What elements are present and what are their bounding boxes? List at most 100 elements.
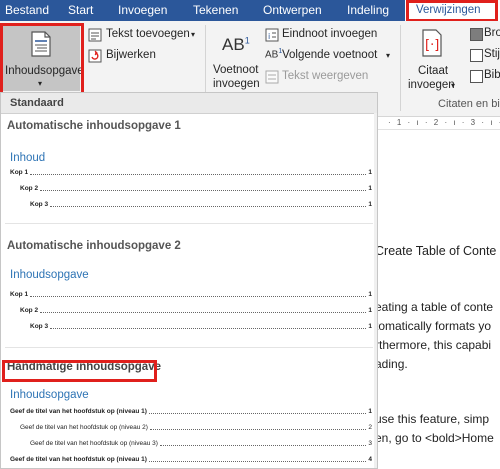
toc-row-label: Kop 2	[20, 307, 39, 314]
toc-row-label: Kop 3	[30, 323, 49, 330]
document-text-line: tomatically formats yo	[375, 319, 492, 333]
toc-preview-row: Kop 3 1	[30, 321, 372, 331]
toc-row-page: 1	[368, 323, 372, 330]
tab-invoegen[interactable]: Invoegen	[118, 3, 167, 17]
toc-row-page: 1	[368, 169, 372, 176]
toc-preview-heading: Inhoudsopgave	[10, 389, 89, 401]
toc-row-page: 1	[368, 307, 372, 314]
show-notes-icon	[265, 70, 279, 84]
toc-row-leader	[148, 407, 367, 414]
tab-bestand[interactable]: Bestand	[5, 3, 49, 17]
toc-row-leader	[159, 439, 367, 446]
toc-preview-row: Geef de titel van het hoofdstuk op (nive…	[20, 422, 372, 432]
footnote-icon: AB1	[222, 35, 250, 55]
toc-preview-row: Geef de titel van het hoofdstuk op (nive…	[10, 406, 372, 416]
footnote-icon-text: AB	[222, 35, 245, 54]
add-text-icon	[88, 28, 102, 42]
ruler-ticks: · 1 · ı · 2 · ı · 3 · ı · 4	[388, 118, 500, 127]
gallery-header-label: Standaard	[10, 97, 64, 109]
toc-row-label: Geef de titel van het hoofdstuk op (nive…	[20, 424, 148, 431]
next-footnote-button[interactable]: Volgende voetnoot	[282, 49, 377, 61]
toc-gallery-dropdown: Standaard Automatische inhoudsopgave 1 I…	[0, 92, 378, 469]
citation-icon: [·]	[422, 29, 442, 57]
document-text-line: ading.	[375, 357, 408, 371]
citations-group-label: Citaten en bi	[438, 98, 500, 110]
document-text-line: rthermore, this capabi	[375, 338, 492, 352]
chevron-down-icon: ▾	[451, 81, 456, 90]
toc-row-leader	[148, 455, 367, 462]
gallery-divider	[5, 347, 373, 348]
update-table-button[interactable]: Bijwerken	[106, 49, 156, 61]
highlight-manual-toc	[2, 360, 157, 382]
toc-preview-heading: Inhoud	[10, 152, 46, 164]
toc-row-page: 1	[368, 185, 372, 192]
toc-preview-row: Kop 2 1	[20, 305, 372, 315]
toc-row-leader	[30, 168, 367, 175]
footnote-icon-sup: 1	[244, 35, 250, 46]
chevron-down-icon: ▾	[191, 30, 196, 39]
toc-option-title: Automatische inhoudsopgave 1	[7, 120, 181, 132]
toc-row-label: Kop 1	[10, 291, 29, 298]
toc-row-page: 2	[368, 424, 372, 431]
chevron-down-icon: ▾	[386, 51, 391, 60]
insert-footnote-line1: Voetnoot	[213, 64, 259, 76]
insert-endnote-button[interactable]: Eindnoot invoegen	[282, 28, 377, 40]
toc-preview-row: Geef de titel van het hoofdstuk op (nive…	[30, 438, 372, 448]
toc-row-page: 1	[368, 291, 372, 298]
tab-start[interactable]: Start	[68, 3, 93, 17]
bibliography-icon	[470, 70, 483, 83]
toc-option-automatic-2[interactable]: Automatische inhoudsopgave 2 Inhoudsopga…	[1, 234, 373, 334]
update-table-icon	[88, 49, 102, 63]
toc-row-label: Kop 1	[10, 169, 29, 176]
insert-footnote-button[interactable]: AB1 Voetnoot invoegen	[208, 29, 260, 91]
svg-text:i: i	[268, 32, 270, 41]
highlight-verwijzingen-tab	[406, 0, 498, 22]
toc-row-page: 4	[368, 456, 372, 463]
style-dropdown[interactable]: Stij	[484, 48, 500, 60]
toc-preview-heading: Inhoudsopgave	[10, 269, 89, 281]
toc-row-label: Kop 2	[20, 185, 39, 192]
insert-citation-line2: invoegen	[408, 79, 455, 91]
manage-sources-button[interactable]: Bro	[484, 27, 500, 39]
gallery-divider	[5, 223, 373, 224]
horizontal-ruler[interactable]: · 1 · ı · 2 · ı · 3 · ı · 4	[378, 117, 500, 130]
toc-row-leader	[40, 184, 367, 191]
toc-preview-row: Geef de titel van het hoofdstuk op (nive…	[10, 454, 372, 464]
document-text-line: eating a table of conte	[375, 300, 494, 314]
toc-row-leader	[50, 322, 367, 329]
document-text-line: use this feature, simp	[375, 412, 490, 426]
toc-preview-row: Kop 1 1	[10, 167, 372, 177]
toc-row-page: 1	[368, 408, 372, 415]
toc-row-page: 1	[368, 201, 372, 208]
toc-preview-row: Kop 1 1	[10, 289, 372, 299]
next-footnote-icon: AB1	[265, 48, 283, 61]
bibliography-button[interactable]: Bib	[484, 69, 500, 81]
toc-row-label: Geef de titel van het hoofdstuk op (nive…	[10, 456, 147, 463]
toc-row-label: Geef de titel van het hoofdstuk op (nive…	[30, 440, 158, 447]
toc-row-leader	[149, 423, 367, 430]
toc-option-automatic-1[interactable]: Automatische inhoudsopgave 1 Inhoud Kop …	[1, 114, 373, 214]
toc-row-leader	[40, 306, 367, 313]
add-text-button[interactable]: Tekst toevoegen	[106, 28, 190, 40]
svg-text:[·]: [·]	[425, 38, 439, 53]
toc-option-title: Automatische inhoudsopgave 2	[7, 240, 181, 252]
group-divider	[400, 25, 401, 111]
insert-footnote-line2: invoegen	[213, 78, 260, 90]
toc-preview-row: Kop 3 1	[30, 199, 372, 209]
show-notes-button[interactable]: Tekst weergeven	[282, 70, 368, 82]
style-icon	[470, 49, 483, 62]
tab-tekenen[interactable]: Tekenen	[193, 3, 238, 17]
toc-preview-row: Kop 2 1	[20, 183, 372, 193]
toc-row-page: 3	[368, 440, 372, 447]
endnote-icon: i	[265, 28, 279, 42]
insert-citation-line1: Citaat	[418, 65, 449, 77]
gallery-section-header: Standaard	[1, 93, 377, 114]
tab-ontwerpen[interactable]: Ontwerpen	[263, 3, 322, 17]
gallery-scrollbar[interactable]	[374, 113, 377, 468]
toc-row-leader	[30, 290, 367, 297]
toc-row-leader	[50, 200, 367, 207]
tab-indeling[interactable]: Indeling	[347, 3, 389, 17]
toc-row-label: Geef de titel van het hoofdstuk op (nive…	[10, 408, 147, 415]
document-heading: Create Table of Conte	[375, 244, 497, 258]
sources-icon	[470, 28, 483, 41]
